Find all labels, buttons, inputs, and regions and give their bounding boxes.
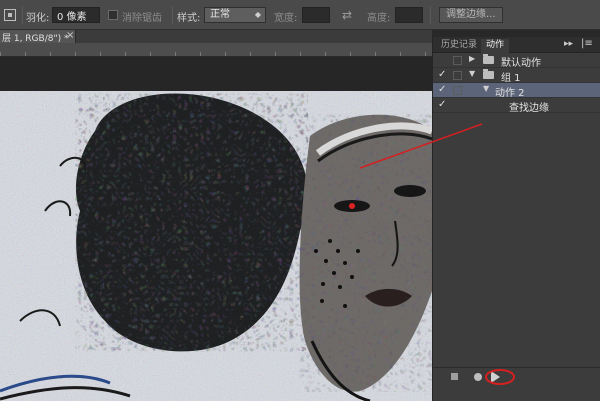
antialias-label: 消除锯齿 [122,13,162,24]
style-value: 正常 [210,9,230,20]
folder-icon [483,69,494,79]
height-input[interactable] [395,7,423,23]
check-icon[interactable]: ✓ [438,69,446,80]
actions-panel: 历史记录 动作 ▸▸ |≡ ▶ 默认动作 ✓ ▼ 组 1 ✓ ▼ 动作 2 ✓ … [432,37,600,401]
triangle-right-icon[interactable]: ▶ [469,54,475,63]
triangle-down-icon[interactable]: ▼ [469,69,475,78]
tab-history[interactable]: 历史记录 [436,39,482,53]
dialog-toggle[interactable] [453,86,462,95]
dialog-toggle[interactable] [453,56,462,65]
action-step-find-edges[interactable]: ✓ 查找边缘 [433,98,600,114]
width-label: 宽度: [274,13,298,24]
feather-input[interactable] [52,7,100,23]
dialog-toggle[interactable] [453,71,462,80]
action-set-default[interactable]: ▶ 默认动作 [433,53,600,69]
divider [172,6,173,24]
options-bar: 羽化: 消除锯齿 样式: 正常 ◆ 宽度: ⇄ 高度: 调整边缘... [0,0,600,30]
style-label: 样式: [177,13,201,24]
style-select[interactable]: 正常 ◆ [204,7,266,23]
marquee-tool-icon[interactable] [4,9,16,21]
divider [22,6,23,24]
folder-icon [483,54,494,64]
play-icon[interactable] [491,371,500,383]
action-set-label: 默认动作 [501,58,541,69]
chevron-down-icon: ◆ [254,10,261,19]
document-canvas[interactable] [0,57,432,401]
swap-icon[interactable]: ⇄ [342,8,352,22]
action-label: 动作 2 [495,88,525,99]
stop-icon[interactable] [451,373,458,380]
antialias-checkbox[interactable] [108,10,118,20]
height-label: 高度: [367,13,391,24]
collapse-icon[interactable]: ▸▸ [564,39,573,49]
refine-edge-button[interactable]: 调整边缘... [439,7,503,23]
close-icon[interactable]: × [66,30,74,42]
panel-menu-icon[interactable]: |≡ [581,38,593,49]
check-icon[interactable]: ✓ [438,84,446,95]
record-icon[interactable] [474,373,482,381]
action-set-label: 组 1 [501,73,521,84]
triangle-down-icon[interactable]: ▼ [483,84,489,93]
action-step-label: 查找边缘 [509,103,549,114]
action-set-group1[interactable]: ✓ ▼ 组 1 [433,68,600,84]
width-input[interactable] [302,7,330,23]
document-tab-strip: 层 1, RGB/8") * × [0,30,432,44]
check-icon[interactable]: ✓ [438,99,446,110]
artwork-image [0,91,432,401]
horizontal-ruler [0,43,432,57]
panel-tab-bar: 历史记录 动作 ▸▸ |≡ [433,37,600,53]
action-item-2[interactable]: ✓ ▼ 动作 2 [433,83,600,99]
tab-actions[interactable]: 动作 [481,39,510,53]
panel-footer-toolbar [433,367,600,385]
feather-label: 羽化: [26,13,50,24]
divider [430,6,431,24]
document-tab[interactable]: 层 1, RGB/8") * × [0,30,76,44]
